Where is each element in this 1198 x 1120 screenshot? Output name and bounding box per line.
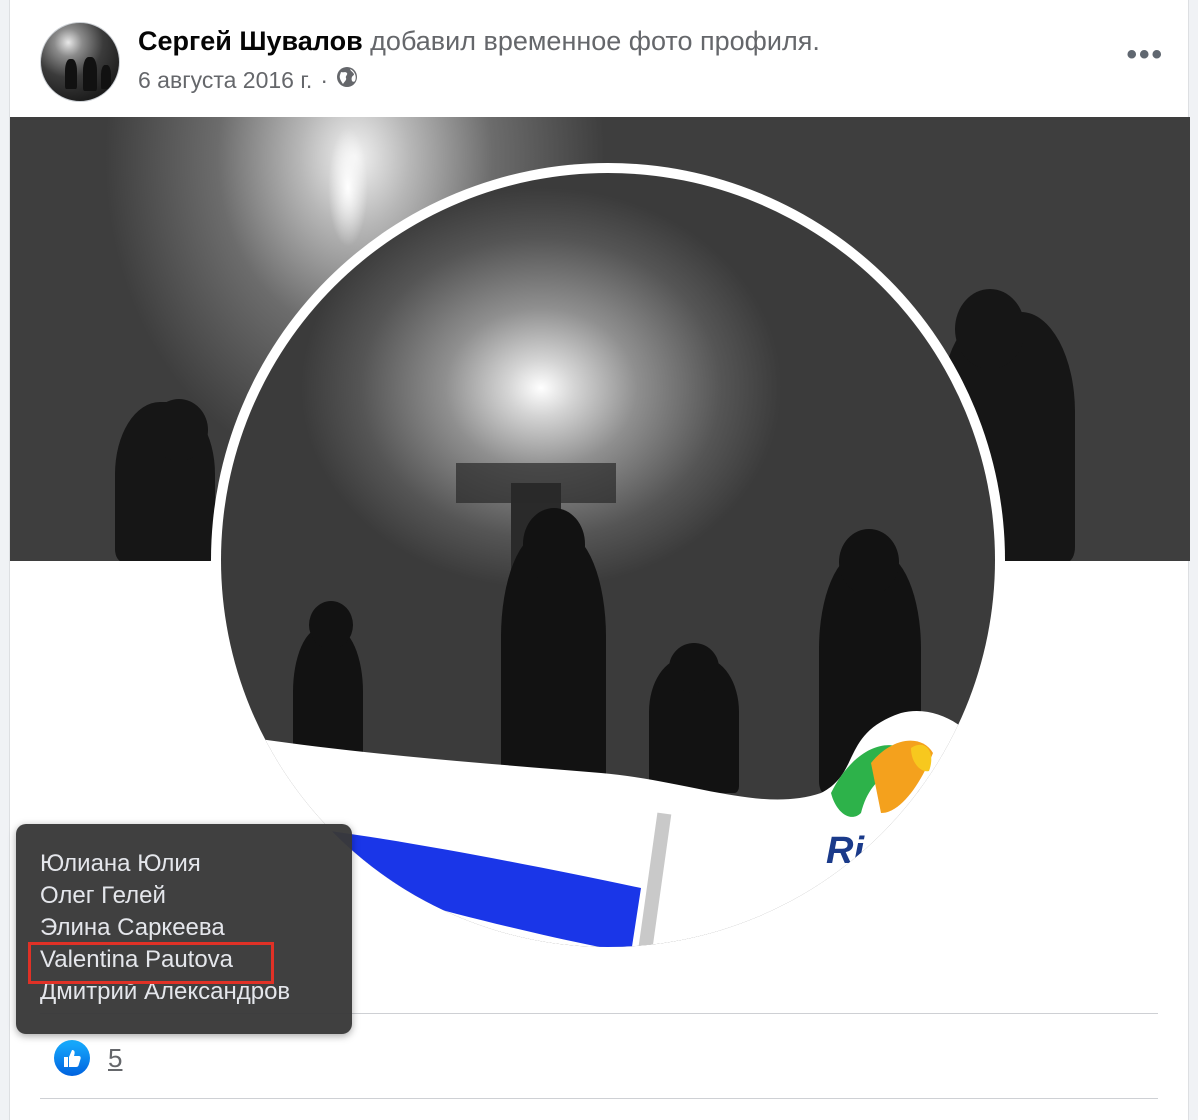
reaction-count-link[interactable]: 5 <box>108 1043 122 1074</box>
reactors-tooltip: Юлиана Юлия Олег Гелей Элина Саркеева Va… <box>16 824 352 1034</box>
svg-text:Ri: Ri <box>826 830 865 872</box>
author-name-link[interactable]: Сергей Шувалов <box>138 26 363 56</box>
post-meta: 6 августа 2016 г. · <box>138 66 358 94</box>
highlight-annotation-box <box>28 942 274 984</box>
post-date-link[interactable]: 6 августа 2016 г. <box>138 67 312 94</box>
globe-icon[interactable] <box>336 66 358 94</box>
post-divider-bottom <box>40 1098 1158 1099</box>
reactor-name: Олег Гелей <box>40 882 166 909</box>
meta-separator: · <box>320 66 328 93</box>
like-icon[interactable] <box>54 1040 90 1076</box>
post-action-text: добавил временное фото профиля. <box>362 26 820 56</box>
post-header: Сергей Шувалов добавил временное фото пр… <box>10 0 1188 117</box>
reactor-name: Юлиана Юлия <box>40 850 201 877</box>
post-title: Сергей Шувалов добавил временное фото пр… <box>138 26 820 57</box>
reactions-summary[interactable]: 5 <box>54 1040 122 1076</box>
reactor-name: Элина Саркеева <box>40 914 225 941</box>
more-options-button[interactable]: ••• <box>1126 40 1164 70</box>
author-avatar[interactable] <box>40 22 120 102</box>
